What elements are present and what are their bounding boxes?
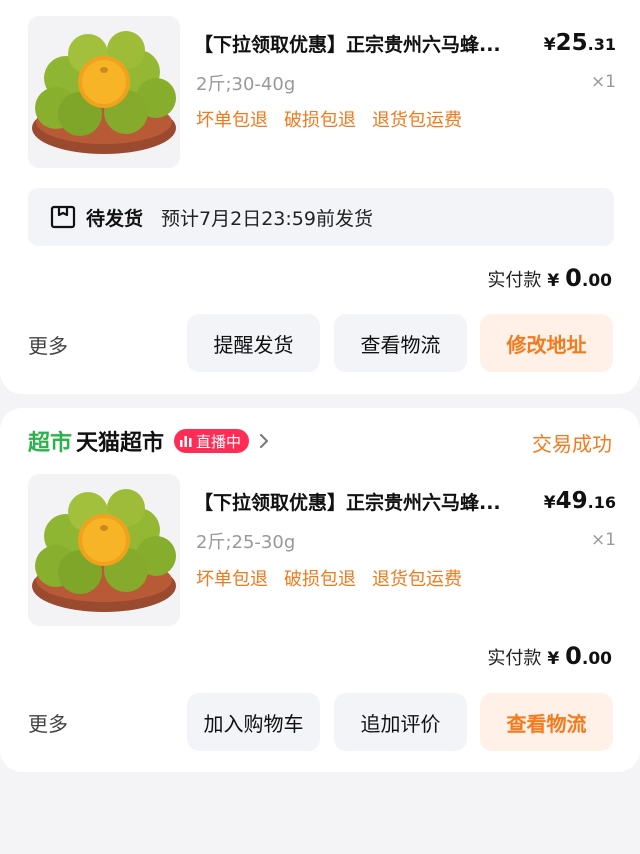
tag-bad-refund: 坏单包退	[196, 569, 268, 590]
add-to-cart-button[interactable]: 加入购物车	[187, 693, 320, 751]
live-label: 直播中	[196, 432, 242, 451]
append-review-button[interactable]: 追加评价	[334, 693, 467, 751]
fruit-image-icon	[28, 16, 180, 168]
more-button[interactable]: 更多	[28, 708, 68, 737]
price-currency: ¥	[543, 493, 556, 513]
price-integer: 25	[555, 30, 588, 56]
more-button[interactable]: 更多	[28, 330, 68, 359]
tag-damage-refund: 破损包退	[284, 110, 356, 131]
paid-decimal: .00	[581, 271, 612, 291]
supermarket-logo: 超市	[28, 431, 73, 456]
product-quantity: ×1	[590, 530, 616, 550]
paid-currency: ¥	[547, 649, 560, 669]
edit-address-button[interactable]: 修改地址	[480, 314, 613, 372]
paid-label: 实付款	[487, 648, 542, 669]
price-currency: ¥	[543, 35, 556, 55]
service-tags: 坏单包退 破损包退 退货包运费	[196, 565, 462, 591]
order-status: 交易成功	[532, 432, 612, 456]
price-decimal: .16	[587, 493, 616, 512]
remind-ship-button[interactable]: 提醒发货	[187, 314, 320, 372]
live-bars-icon	[180, 436, 192, 447]
product-thumbnail[interactable]	[28, 474, 180, 626]
product-quantity: ×1	[590, 72, 616, 92]
tag-damage-refund: 破损包退	[284, 569, 356, 590]
paid-amount: 实付款 ¥ 0 .00	[487, 264, 612, 292]
store-header[interactable]: 超市 天猫超市 直播中	[28, 426, 271, 456]
product-spec: 2斤;30-40g	[196, 74, 296, 95]
shipping-status-box[interactable]: 待发货 预计7月2日23:59前发货	[28, 188, 614, 246]
product-title[interactable]: 【下拉领取优惠】正宗贵州六马蜂...	[194, 488, 538, 515]
shipping-eta: 预计7月2日23:59前发货	[161, 207, 373, 230]
price-integer: 49	[555, 488, 588, 514]
service-tags: 坏单包退 破损包退 退货包运费	[196, 106, 462, 132]
tag-bad-refund: 坏单包退	[196, 110, 268, 131]
product-thumbnail[interactable]	[28, 16, 180, 168]
view-logistics-button[interactable]: 查看物流	[334, 314, 467, 372]
tag-return-shipping: 退货包运费	[372, 569, 462, 590]
shipping-status: 待发货	[86, 207, 144, 230]
product-price: ¥25.31	[544, 30, 616, 56]
product-price: ¥49.16	[544, 488, 616, 514]
paid-currency: ¥	[547, 271, 560, 291]
price-decimal: .31	[587, 35, 616, 54]
order-card-1: 【下拉领取优惠】正宗贵州六马蜂... ¥25.31 2斤;30-40g ×1 坏…	[0, 0, 640, 394]
view-logistics-button[interactable]: 查看物流	[480, 693, 613, 751]
product-title[interactable]: 【下拉领取优惠】正宗贵州六马蜂...	[194, 30, 538, 57]
store-name: 天猫超市	[76, 431, 165, 456]
paid-integer: 0	[565, 264, 582, 292]
package-icon	[50, 205, 76, 229]
paid-amount: 实付款 ¥ 0 .00	[487, 642, 612, 670]
chevron-right-icon	[260, 434, 269, 448]
paid-label: 实付款	[487, 270, 542, 291]
live-badge[interactable]: 直播中	[174, 429, 250, 453]
paid-integer: 0	[565, 642, 582, 670]
tag-return-shipping: 退货包运费	[372, 110, 462, 131]
product-spec: 2斤;25-30g	[196, 532, 296, 553]
fruit-image-icon	[28, 474, 180, 626]
paid-decimal: .00	[581, 649, 612, 669]
